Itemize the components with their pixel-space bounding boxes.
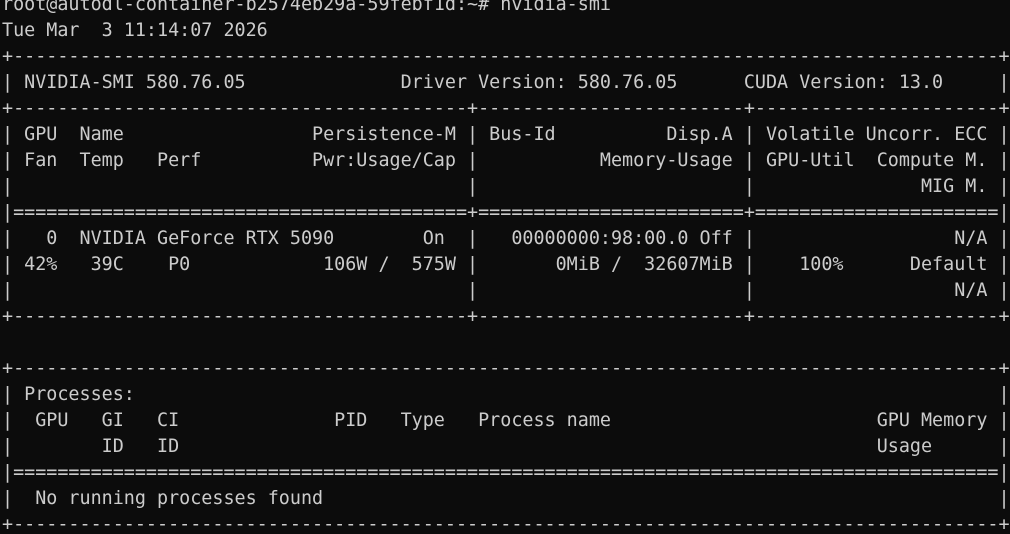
processes-header-row-2: | ID ID Usage | bbox=[2, 436, 1010, 457]
gpu-column-header-row-1: | GPU Name Persistence-M | Bus-Id Disp.A… bbox=[2, 124, 1010, 145]
processes-header-row-1: | GPU GI CI PID Type Process name GPU Me… bbox=[2, 410, 1010, 431]
processes-title-row: | Processes: | bbox=[2, 384, 1010, 405]
processes-border-bottom: +---------------------------------------… bbox=[2, 514, 1010, 534]
gpu-row-2: | 42% 39C P0 106W / 575W | 0MiB / 32607M… bbox=[2, 254, 1010, 275]
table-border-top: +---------------------------------------… bbox=[2, 46, 1010, 67]
gpu-row-3: | | | N/A | bbox=[2, 280, 1010, 301]
no-processes-message-row: | No running processes found | bbox=[2, 488, 1010, 509]
processes-double-separator: |=======================================… bbox=[2, 462, 1010, 483]
command-prompt-line: root@autodl-container-b2574eb29a-59febf1… bbox=[2, 0, 611, 15]
gpu-row-1: | 0 NVIDIA GeForce RTX 5090 On | 0000000… bbox=[2, 228, 1010, 249]
terminal-window[interactable]: root@autodl-container-b2574eb29a-59febf1… bbox=[0, 0, 1010, 534]
gpu-column-header-row-2: | Fan Temp Perf Pwr:Usage/Cap | Memory-U… bbox=[2, 150, 1010, 171]
timestamp-line: Tue Mar 3 11:14:07 2026 bbox=[2, 20, 268, 41]
gpu-column-header-row-3: | | | MIG M. | bbox=[2, 176, 1010, 197]
table-separator: +---------------------------------------… bbox=[2, 98, 1010, 119]
processes-border-top: +---------------------------------------… bbox=[2, 358, 1010, 379]
table-border-bottom: +---------------------------------------… bbox=[2, 306, 1010, 327]
header-double-separator: |=======================================… bbox=[2, 202, 1010, 223]
version-header-row: | NVIDIA-SMI 580.76.05 Driver Version: 5… bbox=[2, 72, 1010, 93]
